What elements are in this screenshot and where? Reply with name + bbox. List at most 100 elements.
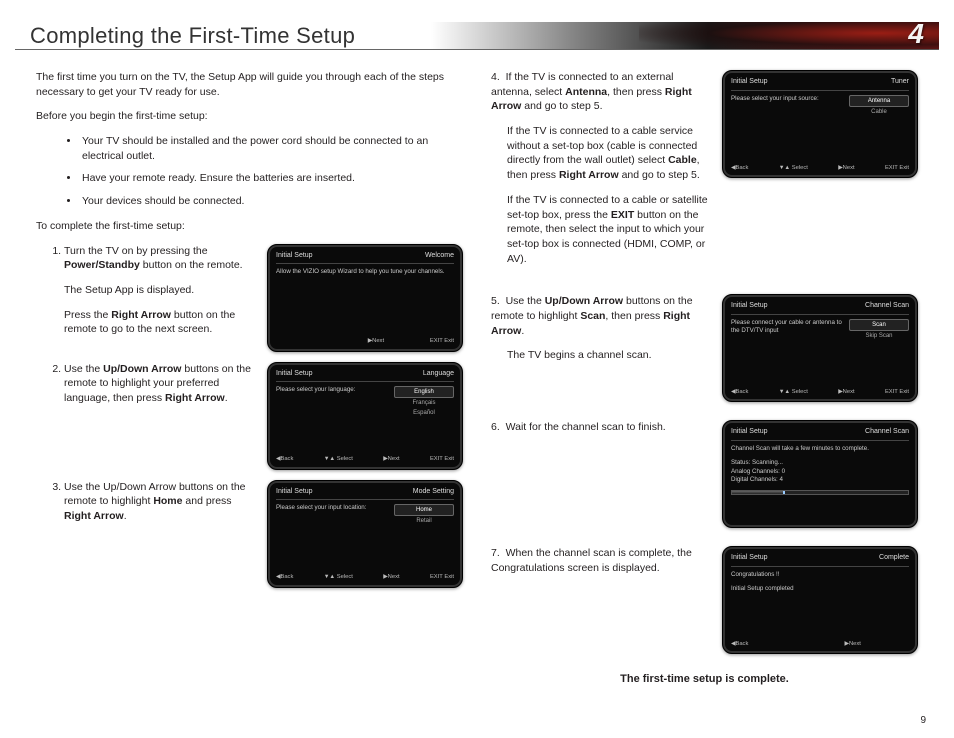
footer-hint: ▼▲ Select — [779, 388, 808, 396]
progress-fill — [732, 491, 785, 494]
screen-text: Congratulations !! — [731, 571, 909, 579]
screen-subtitle: Welcome — [425, 251, 454, 261]
step-text: Turn the TV on by pressing the Power/Sta… — [64, 244, 255, 347]
bullet: Your TV should be installed and the powe… — [80, 134, 463, 163]
step-item: Use the Up/Down Arrow buttons on the rem… — [64, 362, 463, 470]
footer-hint: ▶Next — [838, 388, 854, 396]
screen-footer: ◀Back▼▲ Select▶NextEXIT Exit — [276, 573, 454, 581]
screen-header: Initial SetupChannel Scan — [731, 301, 909, 315]
steps-list-left: Turn the TV on by pressing the Power/Sta… — [36, 244, 463, 588]
page-number: 9 — [920, 715, 926, 726]
prep-bullets: Your TV should be installed and the powe… — [36, 134, 463, 209]
screen-footer: ◀Back▶Next — [731, 640, 909, 648]
footer-hint: EXIT Exit — [430, 573, 454, 581]
screen-subtitle: Mode Setting — [413, 487, 454, 497]
progress-bar — [731, 490, 909, 495]
footer-hint: ▼▲ Select — [324, 455, 353, 463]
footer-hint: ◀Back — [276, 455, 293, 463]
tv-screen: Initial SetupChannel Scan Please connect … — [722, 294, 918, 402]
step-item: 6. Wait for the channel scan to finish. I… — [491, 420, 918, 528]
step-para: If the TV is connected to a cable servic… — [491, 124, 708, 183]
content-area: The first time you turn on the TV, the S… — [36, 70, 918, 708]
screen-title: Initial Setup — [731, 77, 768, 87]
screen-subtitle: Channel Scan — [865, 427, 909, 437]
screen-header: Initial SetupChannel Scan — [731, 427, 909, 441]
step-para: Use the Up/Down Arrow buttons on the rem… — [64, 480, 255, 524]
tv-screen: Initial Setup Mode Setting Please select y… — [267, 480, 463, 588]
step-item: Turn the TV on by pressing the Power/Sta… — [64, 244, 463, 352]
screen-status: Status: Scanning...Analog Channels: 0Dig… — [731, 459, 909, 484]
screen-prompt: Please connect your cable or antenna to … — [731, 319, 843, 336]
tv-screen: Initial Setup Tuner Please select your inp… — [722, 70, 918, 178]
screen-subtitle: Tuner — [891, 77, 909, 87]
screen-body: Please select your input location:HomeRe… — [276, 504, 454, 526]
footer-hint: EXIT Exit — [885, 388, 909, 396]
footer-hint: EXIT Exit — [430, 337, 454, 345]
screen-option: Home — [394, 504, 454, 516]
step-para: Turn the TV on by pressing the Power/Sta… — [64, 244, 255, 273]
footer-hint: ▼▲ Select — [779, 164, 808, 172]
intro-p3: To complete the first-time setup: — [36, 219, 463, 234]
screen-prompt: Please select your language: — [276, 386, 388, 394]
header-accent — [639, 22, 939, 50]
footer-hint: ▼▲ Select — [324, 573, 353, 581]
screen-text: Channel Scan will take a few minutes to … — [731, 445, 909, 453]
screen-footer: ◀Back▼▲ Select▶NextEXIT Exit — [276, 455, 454, 463]
screen-title: Initial Setup — [276, 487, 313, 497]
step-para: Press the Right Arrow button on the remo… — [64, 308, 255, 337]
screen-option: Retail — [394, 516, 454, 526]
complete-line: The first-time setup is complete. — [491, 672, 918, 687]
step-text: Use the Up/Down Arrow buttons on the rem… — [64, 480, 255, 534]
footer-hint: ◀Back — [731, 388, 748, 396]
footer-hint: ◀Back — [276, 573, 293, 581]
screen-body: Please select your input source:AntennaC… — [731, 95, 909, 117]
screen-body: Channel Scan will take a few minutes to … — [731, 445, 909, 495]
intro-p1: The first time you turn on the TV, the S… — [36, 70, 463, 99]
step-item: Use the Up/Down Arrow buttons on the rem… — [64, 480, 463, 588]
step-text: 5. Use the Up/Down Arrow buttons on the … — [491, 294, 708, 373]
footer-hint: ▶Next — [368, 337, 384, 345]
screen-header: Initial Setup Tuner — [731, 77, 909, 91]
screen-body: Congratulations !! Initial Setup complete… — [731, 571, 909, 594]
screen-option: Français — [394, 398, 454, 408]
step-item: 5. Use the Up/Down Arrow buttons on the … — [491, 294, 918, 402]
bullet: Have your remote ready. Ensure the batte… — [80, 171, 463, 186]
footer-hint: EXIT Exit — [430, 455, 454, 463]
screen-text: Initial Setup completed — [731, 585, 909, 593]
step-text: 4. If the TV is connected to an external… — [491, 70, 708, 276]
screen-footer: ◀Back ▼▲ Select ▶Next EXIT Exit — [731, 388, 909, 396]
screen-header: Initial Setup Welcome — [276, 251, 454, 265]
screen-option: Español — [394, 408, 454, 418]
step-para: 7. When the channel scan is complete, th… — [491, 546, 708, 575]
chapter-number: 4 — [908, 18, 924, 50]
screen-footer: ◀Back▼▲ Select▶NextEXIT Exit — [731, 164, 909, 172]
screen-option: English — [394, 386, 454, 398]
screen-title: Initial Setup — [731, 553, 768, 563]
footer-hint: ▶Next — [845, 640, 861, 648]
tv-screen: Initial Setup Complete Congratulations !! I… — [722, 546, 918, 654]
screen-option: Antenna — [849, 95, 909, 107]
step-para: The TV begins a channel scan. — [491, 348, 708, 363]
tv-screen: Initial Setup Welcome Allow the VIZIO setu… — [267, 244, 463, 352]
screen-subtitle: Channel Scan — [865, 301, 909, 311]
screen-subtitle: Complete — [879, 553, 909, 563]
intro-p2: Before you begin the first-time setup: — [36, 109, 463, 124]
screen-text: Allow the VIZIO setup Wizard to help you… — [276, 268, 454, 276]
step-para: If the TV is connected to a cable or sat… — [491, 193, 708, 266]
step-text: 7. When the channel scan is complete, th… — [491, 546, 708, 585]
screen-prompt: Please select your input source: — [731, 95, 843, 103]
screen-option: Skip Scan — [849, 331, 909, 341]
screen-header: Initial Setup Complete — [731, 553, 909, 567]
screen-body: Allow the VIZIO setup Wizard to help you… — [276, 268, 454, 276]
footer-hint: ◀Back — [731, 164, 748, 172]
left-column: The first time you turn on the TV, the S… — [36, 70, 463, 708]
footer-hint: ▶Next — [838, 164, 854, 172]
step-para: 6. Wait for the channel scan to finish. — [491, 420, 708, 435]
screen-option: Scan — [849, 319, 909, 331]
page-title: Completing the First-Time Setup — [30, 22, 355, 50]
tv-screen: Initial SetupChannel Scan Channel Scan wi… — [722, 420, 918, 528]
step-item: 7. When the channel scan is complete, th… — [491, 546, 918, 654]
screen-subtitle: Language — [423, 369, 454, 379]
screen-title: Initial Setup — [276, 251, 313, 261]
screen-footer: ▶Next EXIT Exit — [276, 337, 454, 345]
